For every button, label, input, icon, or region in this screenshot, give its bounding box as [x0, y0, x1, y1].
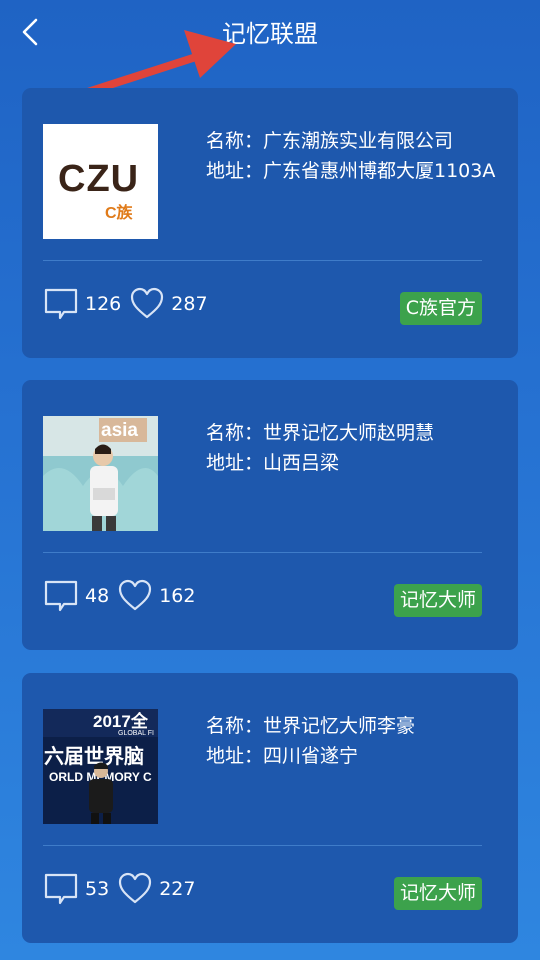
member-address: 地址：山西吕梁	[206, 452, 340, 474]
status-badge[interactable]: 记忆大师	[393, 877, 482, 910]
heart-icon[interactable]	[117, 578, 153, 614]
stats-row: 126 287	[43, 284, 216, 324]
comment-count: 53	[85, 878, 110, 900]
stats-row: 48 162	[43, 576, 203, 616]
header-bar: 记忆联盟	[0, 0, 540, 64]
member-address: 地址：广东省惠州博都大厦1103A	[206, 160, 496, 182]
member-logo: CZU C族	[43, 124, 158, 239]
divider	[43, 845, 482, 846]
divider	[43, 552, 482, 553]
heart-icon[interactable]	[129, 286, 165, 322]
logo-sub-text: C族	[105, 205, 133, 222]
stats-row: 53 227	[43, 869, 203, 909]
photo-line1-text: 六届世界脑	[44, 744, 144, 768]
like-count: 287	[171, 293, 208, 315]
logo-main-text: CZU	[58, 158, 140, 200]
member-name: 名称：广东潮族实业有限公司	[206, 130, 454, 152]
status-badge[interactable]: C族官方	[399, 292, 482, 325]
status-badge[interactable]: 记忆大师	[393, 584, 482, 617]
divider	[43, 260, 482, 261]
comment-count: 126	[85, 293, 122, 315]
member-photo: asia	[43, 416, 158, 531]
heart-icon[interactable]	[117, 871, 153, 907]
member-name: 名称：世界记忆大师赵明慧	[206, 422, 435, 444]
member-card[interactable]: CZU C族 名称：广东潮族实业有限公司 地址：广东省惠州博都大厦1103A 1…	[22, 88, 518, 358]
member-name: 名称：世界记忆大师李豪	[206, 715, 416, 737]
photo-sign-text: asia	[101, 420, 138, 441]
page-title: 记忆联盟	[222, 20, 318, 48]
member-photo: 2017全 GLOBAL FI 六届世界脑 ORLD MEMORY C	[43, 709, 158, 824]
comment-icon[interactable]	[43, 286, 79, 322]
member-address: 地址：四川省遂宁	[206, 745, 359, 767]
member-card[interactable]: 2017全 GLOBAL FI 六届世界脑 ORLD MEMORY C 名称：世…	[22, 673, 518, 943]
comment-icon[interactable]	[43, 871, 79, 907]
photo-top-text: 2017全	[93, 711, 149, 731]
photo-sub-text: GLOBAL FI	[118, 730, 154, 737]
comment-icon[interactable]	[43, 578, 79, 614]
like-count: 227	[159, 878, 196, 900]
like-count: 162	[159, 585, 196, 607]
comment-count: 48	[85, 585, 110, 607]
member-card[interactable]: asia 名称：世界记忆大师赵明慧 地址：山西吕梁 48 162 记忆大师	[22, 380, 518, 650]
